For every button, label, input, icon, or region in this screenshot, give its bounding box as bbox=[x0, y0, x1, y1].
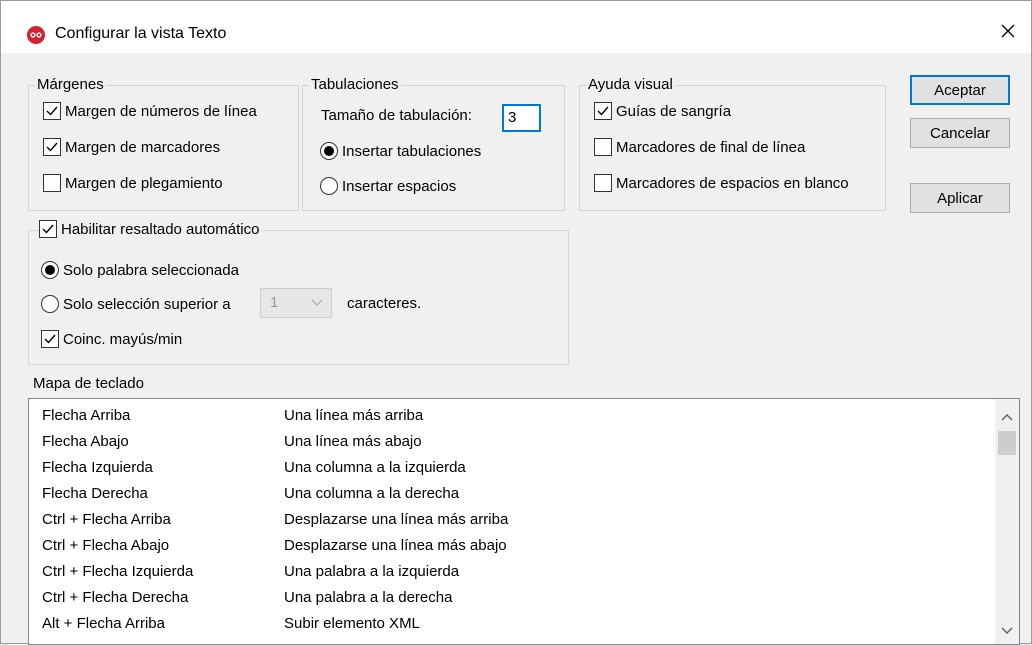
match-case-checkbox[interactable]: Coinc. mayús/min bbox=[41, 330, 182, 348]
insert-spaces-radio[interactable]: Insertar espacios bbox=[320, 177, 456, 195]
eol-markers-checkbox[interactable]: Marcadores de final de línea bbox=[594, 138, 805, 156]
margin-folding-label: Margen de plegamiento bbox=[65, 174, 223, 192]
checkmark-icon bbox=[597, 106, 609, 116]
checkbox-box bbox=[594, 174, 612, 192]
table-row[interactable]: Alt + Flecha Arriba Subir elemento XML bbox=[29, 610, 989, 636]
margins-legend: Márgenes bbox=[35, 76, 106, 94]
cancel-button[interactable]: Cancelar bbox=[910, 118, 1010, 148]
chevron-up-icon[interactable] bbox=[1001, 413, 1013, 421]
action-cell: Una columna a la izquierda bbox=[284, 459, 466, 476]
tab-size-label: Tamaño de tabulación: bbox=[321, 107, 472, 124]
margin-line-numbers-checkbox[interactable]: Margen de números de línea bbox=[43, 102, 257, 120]
margin-markers-checkbox[interactable]: Margen de marcadores bbox=[43, 138, 220, 156]
action-cell: Una línea más abajo bbox=[284, 433, 422, 450]
enable-highlight-checkbox[interactable]: Habilitar resaltado automático bbox=[39, 220, 264, 238]
key-cell: Ctrl + Flecha Izquierda bbox=[42, 563, 194, 580]
margin-markers-label: Margen de marcadores bbox=[65, 138, 221, 156]
checkbox-box bbox=[43, 174, 61, 192]
chevron-down-icon[interactable] bbox=[1001, 627, 1013, 635]
radio-circle bbox=[41, 261, 59, 279]
insert-tabs-label: Insertar tabulaciones bbox=[342, 142, 482, 160]
key-cell: Ctrl + Flecha Abajo bbox=[42, 537, 170, 554]
radio-circle bbox=[320, 177, 338, 195]
key-cell: Ctrl + Flecha Derecha bbox=[42, 589, 189, 606]
radio-circle bbox=[320, 142, 338, 160]
dialog-window: Configurar la vista Texto Márgenes Marge… bbox=[0, 0, 1032, 645]
key-cell: Flecha Izquierda bbox=[42, 459, 153, 476]
tabs-legend: Tabulaciones bbox=[309, 76, 401, 94]
table-row[interactable]: Flecha Izquierda Una columna a la izquie… bbox=[29, 454, 989, 480]
checkbox-box bbox=[594, 138, 612, 156]
close-icon bbox=[1001, 24, 1015, 38]
checkmark-icon bbox=[46, 142, 58, 152]
scrollbar-thumb[interactable] bbox=[998, 431, 1016, 455]
selected-word-label: Solo palabra seleccionada bbox=[63, 261, 239, 279]
checkbox-box bbox=[39, 220, 57, 238]
key-cell: Flecha Arriba bbox=[42, 407, 131, 424]
insert-tabs-radio[interactable]: Insertar tabulaciones bbox=[320, 142, 481, 160]
action-cell: Desplazarse una línea más arriba bbox=[284, 511, 509, 528]
key-cell: Alt + Flecha Arriba bbox=[42, 615, 165, 632]
action-cell: Una palabra a la derecha bbox=[284, 589, 453, 606]
tab-size-input[interactable]: 3 bbox=[502, 104, 541, 132]
table-row[interactable]: Flecha Arriba Una línea más arriba bbox=[29, 402, 989, 428]
action-cell: Una línea más arriba bbox=[284, 407, 424, 424]
match-case-label: Coinc. mayús/min bbox=[63, 330, 183, 348]
visual-aid-legend: Ayuda visual bbox=[586, 76, 675, 94]
insert-spaces-label: Insertar espacios bbox=[342, 177, 457, 195]
checkmark-icon bbox=[44, 334, 56, 344]
action-cell: Desplazarse una línea más abajo bbox=[284, 537, 507, 554]
keymap-title: Mapa de teclado bbox=[33, 375, 144, 392]
indent-guides-checkbox[interactable]: Guías de sangría bbox=[594, 102, 731, 120]
key-cell: Flecha Derecha bbox=[42, 485, 148, 502]
margin-folding-checkbox[interactable]: Margen de plegamiento bbox=[43, 174, 223, 192]
table-row[interactable]: Ctrl + Flecha Izquierda Una palabra a la… bbox=[29, 558, 989, 584]
checkbox-box bbox=[43, 138, 61, 156]
checkmark-icon bbox=[46, 106, 58, 116]
close-button[interactable] bbox=[985, 13, 1031, 49]
chevron-down-icon bbox=[311, 299, 323, 306]
key-cell: Flecha Abajo bbox=[42, 433, 129, 450]
apply-button[interactable]: Aplicar bbox=[910, 183, 1010, 213]
checkmark-icon bbox=[42, 224, 54, 234]
eol-markers-label: Marcadores de final de línea bbox=[616, 138, 806, 156]
radio-circle bbox=[41, 295, 59, 313]
action-cell: Subir elemento XML bbox=[284, 615, 420, 632]
chars-suffix-label: caracteres. bbox=[347, 295, 422, 312]
checkbox-box bbox=[43, 102, 61, 120]
whitespace-markers-checkbox[interactable]: Marcadores de espacios en blanco bbox=[594, 174, 849, 192]
enable-highlight-label: Habilitar resaltado automático bbox=[61, 220, 260, 238]
ok-button[interactable]: Aceptar bbox=[910, 75, 1010, 105]
selection-min-label: Solo selección superior a bbox=[63, 295, 231, 313]
table-row[interactable]: Ctrl + Flecha Abajo Desplazarse una líne… bbox=[29, 532, 989, 558]
selected-word-radio[interactable]: Solo palabra seleccionada bbox=[41, 261, 239, 279]
key-cell: Ctrl + Flecha Arriba bbox=[42, 511, 171, 528]
table-row[interactable]: Flecha Abajo Una línea más abajo bbox=[29, 428, 989, 454]
margin-line-numbers-label: Margen de números de línea bbox=[65, 102, 257, 120]
min-chars-value: 1 bbox=[270, 294, 279, 311]
keymap-scrollbar[interactable] bbox=[995, 399, 1019, 644]
window-title: Configurar la vista Texto bbox=[55, 25, 227, 42]
keymap-list[interactable]: Flecha Arriba Una línea más arriba Flech… bbox=[28, 398, 1020, 645]
indent-guides-label: Guías de sangría bbox=[616, 102, 732, 120]
table-row[interactable]: Ctrl + Flecha Derecha Una palabra a la d… bbox=[29, 584, 989, 610]
min-chars-select[interactable]: 1 bbox=[260, 288, 332, 318]
title-bar: Configurar la vista Texto bbox=[1, 1, 1031, 53]
checkbox-box bbox=[41, 330, 59, 348]
selection-min-radio[interactable]: Solo selección superior a bbox=[41, 295, 231, 313]
action-cell: Una palabra a la izquierda bbox=[284, 563, 460, 580]
app-icon bbox=[27, 26, 45, 44]
table-row[interactable]: Ctrl + Flecha Arriba Desplazarse una lín… bbox=[29, 506, 989, 532]
action-cell: Una columna a la derecha bbox=[284, 485, 460, 502]
table-row[interactable]: Flecha Derecha Una columna a la derecha bbox=[29, 480, 989, 506]
whitespace-markers-label: Marcadores de espacios en blanco bbox=[616, 174, 849, 192]
checkbox-box bbox=[594, 102, 612, 120]
